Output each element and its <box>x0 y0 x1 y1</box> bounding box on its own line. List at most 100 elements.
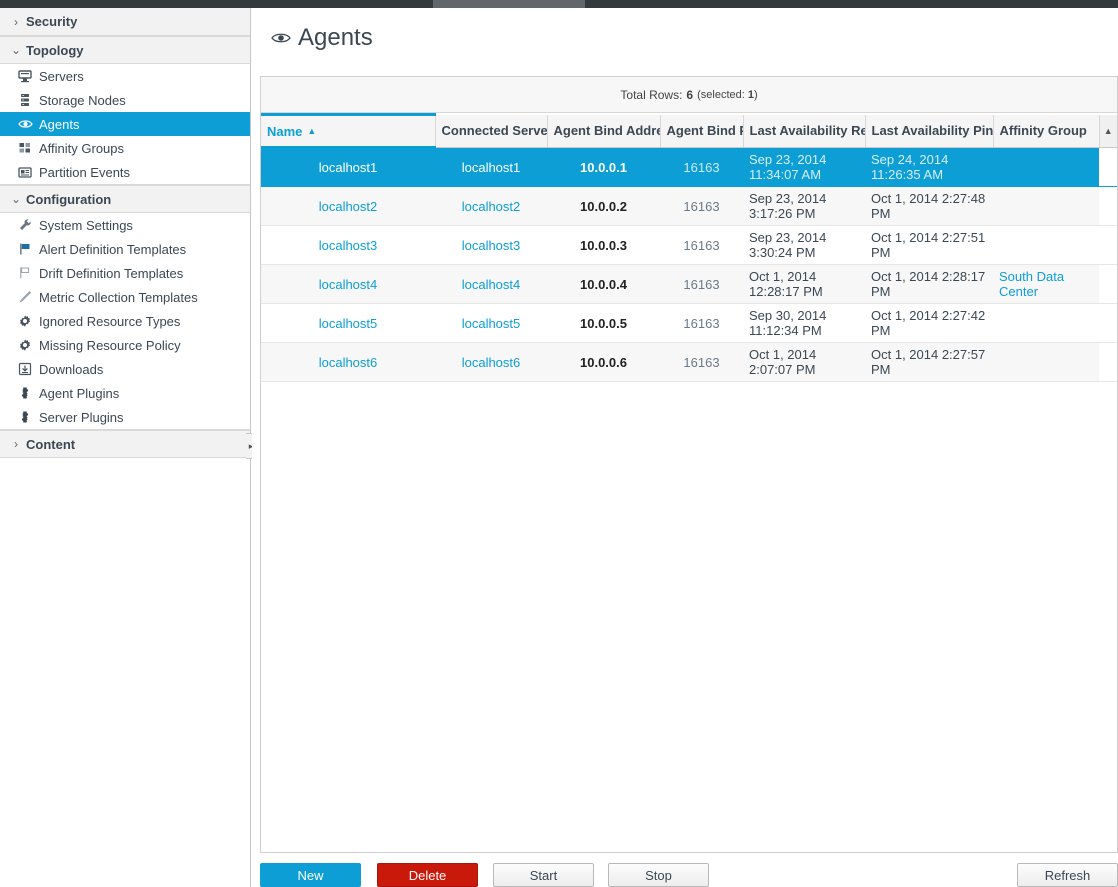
cell-last-availability-report: Sep 23, 2014 11:34:07 AM <box>743 148 865 187</box>
connected-server-link[interactable]: localhost3 <box>462 238 521 253</box>
column-header-affinity-group[interactable]: Affinity Group <box>993 115 1099 148</box>
sidebar-section-security[interactable]: › Security <box>0 8 250 36</box>
agent-name-link[interactable]: localhost5 <box>319 316 378 331</box>
drift-flag-icon <box>18 265 38 281</box>
sidebar-section-configuration[interactable]: ⌄ Configuration <box>0 185 250 213</box>
column-header-connected-server[interactable]: Connected Server <box>435 115 547 148</box>
connected-server-link[interactable]: localhost5 <box>462 316 521 331</box>
sidebar-section-label: Security <box>26 14 77 29</box>
refresh-button[interactable]: Refresh <box>1017 863 1118 887</box>
sidebar-item-server-plugins[interactable]: Server Plugins <box>0 405 250 429</box>
connected-server-link[interactable]: localhost1 <box>462 160 521 175</box>
server-icon <box>18 68 38 84</box>
sidebar-item-storage-nodes[interactable]: Storage Nodes <box>0 88 250 112</box>
table-row[interactable]: localhost1 localhost1 10.0.0.1 16163 Sep… <box>261 148 1117 187</box>
column-header-last-availability-report[interactable]: Last Availability Repo <box>743 115 865 148</box>
cell-name[interactable]: localhost2 <box>261 187 435 226</box>
sidebar-item-drift-definition-templates[interactable]: Drift Definition Templates <box>0 261 250 285</box>
total-rows-value: 6 <box>686 88 693 102</box>
cell-name[interactable]: localhost1 <box>261 148 435 187</box>
pencil-icon <box>18 289 38 305</box>
cell-affinity-group <box>993 304 1099 343</box>
cell-bind-address: 10.0.0.1 <box>547 148 660 187</box>
sidebar-item-label: Agent Plugins <box>39 386 119 401</box>
new-button[interactable]: New <box>260 863 361 887</box>
gear-icon <box>18 313 38 329</box>
cell-connected-server[interactable]: localhost6 <box>435 343 547 382</box>
sidebar-item-affinity-groups[interactable]: Affinity Groups <box>0 136 250 160</box>
sidebar-item-missing-resource-policy[interactable]: Missing Resource Policy <box>0 333 250 357</box>
cell-name[interactable]: localhost5 <box>261 304 435 343</box>
connected-server-link[interactable]: localhost2 <box>462 199 521 214</box>
sidebar-section-topology[interactable]: ⌄ Topology <box>0 36 250 64</box>
cell-name[interactable]: localhost3 <box>261 226 435 265</box>
sidebar-item-ignored-resource-types[interactable]: Ignored Resource Types <box>0 309 250 333</box>
eye-icon <box>270 27 292 49</box>
sidebar-group-configuration: System Settings Alert Definition Templat… <box>0 213 250 430</box>
sidebar-section-label: Configuration <box>26 192 111 207</box>
cell-connected-server[interactable]: localhost1 <box>435 148 547 187</box>
action-button-bar: New Delete Start Stop Refresh <box>260 863 1118 887</box>
agent-name-link[interactable]: localhost1 <box>319 160 378 175</box>
sidebar-section-label: Content <box>26 437 75 452</box>
cell-name[interactable]: localhost4 <box>261 265 435 304</box>
sidebar-item-agent-plugins[interactable]: Agent Plugins <box>0 381 250 405</box>
chevron-right-icon: › <box>8 15 24 29</box>
sidebar-item-label: Affinity Groups <box>39 141 124 156</box>
cell-last-availability-ping: Sep 24, 2014 11:26:35 AM <box>865 148 993 187</box>
cell-affinity-group <box>993 343 1099 382</box>
agent-name-link[interactable]: localhost4 <box>319 277 378 292</box>
table-row[interactable]: localhost3 localhost3 10.0.0.3 16163 Sep… <box>261 226 1117 265</box>
cell-scroll-spacer <box>1099 148 1117 187</box>
cell-affinity-group[interactable]: South Data Center <box>993 265 1099 304</box>
cell-connected-server[interactable]: localhost2 <box>435 187 547 226</box>
browser-top-strip <box>0 0 1118 8</box>
column-header-last-availability-ping[interactable]: Last Availability Ping <box>865 115 993 148</box>
browser-tab-segment[interactable] <box>433 0 585 8</box>
cell-name[interactable]: localhost6 <box>261 343 435 382</box>
sidebar-item-label: Server Plugins <box>39 410 124 425</box>
agents-table: Name▲ Connected Server Agent Bind Addres… <box>261 113 1117 382</box>
column-header-agent-bind-address[interactable]: Agent Bind Addres <box>547 115 660 148</box>
table-row[interactable]: localhost5 localhost5 10.0.0.5 16163 Sep… <box>261 304 1117 343</box>
cell-affinity-group <box>993 148 1099 187</box>
cell-last-availability-report: Oct 1, 2014 12:28:17 PM <box>743 265 865 304</box>
stop-button[interactable]: Stop <box>608 863 709 887</box>
delete-button[interactable]: Delete <box>377 863 478 887</box>
sidebar-item-metric-collection-templates[interactable]: Metric Collection Templates <box>0 285 250 309</box>
column-header-name[interactable]: Name▲ <box>261 115 435 148</box>
sidebar-section-content[interactable]: › Content <box>0 430 250 458</box>
affinity-group-link[interactable]: South Data Center <box>999 269 1064 299</box>
cell-last-availability-report: Oct 1, 2014 2:07:07 PM <box>743 343 865 382</box>
agent-name-link[interactable]: localhost6 <box>319 355 378 370</box>
sidebar-item-label: Alert Definition Templates <box>39 242 186 257</box>
agents-table-wrapper: Name▲ Connected Server Agent Bind Addres… <box>261 113 1117 382</box>
start-button[interactable]: Start <box>493 863 594 887</box>
sidebar-item-label: Storage Nodes <box>39 93 126 108</box>
sidebar-item-system-settings[interactable]: System Settings <box>0 213 250 237</box>
table-header-row: Name▲ Connected Server Agent Bind Addres… <box>261 115 1117 148</box>
total-rows-label: Total Rows: <box>620 88 682 102</box>
cell-bind-address: 10.0.0.6 <box>547 343 660 382</box>
column-header-agent-bind-port[interactable]: Agent Bind Por <box>660 115 743 148</box>
table-row[interactable]: localhost2 localhost2 10.0.0.2 16163 Sep… <box>261 187 1117 226</box>
sidebar-item-agents[interactable]: Agents <box>0 112 250 136</box>
sidebar-item-partition-events[interactable]: Partition Events <box>0 160 250 184</box>
cell-connected-server[interactable]: localhost4 <box>435 265 547 304</box>
sidebar-item-alert-definition-templates[interactable]: Alert Definition Templates <box>0 237 250 261</box>
cell-last-availability-report: Sep 23, 2014 3:30:24 PM <box>743 226 865 265</box>
agent-name-link[interactable]: localhost3 <box>319 238 378 253</box>
table-row[interactable]: localhost4 localhost4 10.0.0.4 16163 Oct… <box>261 265 1117 304</box>
agent-name-link[interactable]: localhost2 <box>319 199 378 214</box>
sidebar-item-label: Agents <box>39 117 79 132</box>
scroll-up-arrow-icon[interactable]: ▲ <box>1099 115 1117 148</box>
sidebar-item-servers[interactable]: Servers <box>0 64 250 88</box>
sidebar-item-downloads[interactable]: Downloads <box>0 357 250 381</box>
cell-connected-server[interactable]: localhost5 <box>435 304 547 343</box>
sidebar-item-label: Downloads <box>39 362 103 377</box>
table-row[interactable]: localhost6 localhost6 10.0.0.6 16163 Oct… <box>261 343 1117 382</box>
connected-server-link[interactable]: localhost4 <box>462 277 521 292</box>
total-rows-bar: Total Rows: 6 (selected: 1 ) <box>261 77 1117 113</box>
connected-server-link[interactable]: localhost6 <box>462 355 521 370</box>
cell-connected-server[interactable]: localhost3 <box>435 226 547 265</box>
